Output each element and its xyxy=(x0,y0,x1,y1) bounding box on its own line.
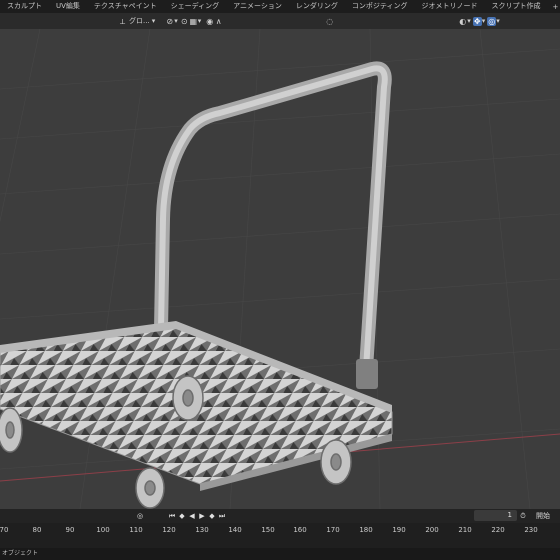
proportional-edit-icon: ◉ xyxy=(206,16,214,26)
play-reverse-icon[interactable]: ◀ xyxy=(187,510,197,522)
chevron-down-icon: ▾ xyxy=(151,17,156,25)
chevron-down-icon: ▾ xyxy=(481,17,486,25)
tab-animation[interactable]: アニメーション xyxy=(226,0,289,13)
pivot-icon: ⊘ xyxy=(166,16,174,26)
jump-end-icon[interactable]: ⏭ xyxy=(217,510,227,522)
loading-circle-icon: ◌ xyxy=(326,16,334,26)
ruler-tick: 190 xyxy=(392,526,406,534)
visibility-dropdown[interactable]: ◐ ▾ xyxy=(458,17,471,26)
tab-geometry-nodes[interactable]: ジオメトリノード xyxy=(415,0,485,13)
overlay-toggle[interactable]: ◎ ▾ xyxy=(487,16,500,26)
orientation-label: グロ... xyxy=(129,17,150,25)
chevron-down-icon: ▾ xyxy=(496,17,500,25)
center-cursor[interactable]: ◌ xyxy=(325,17,334,26)
proportional-edit-toggle[interactable]: ◉ ∧ xyxy=(205,17,223,26)
frame-start-label: 開始 xyxy=(536,512,550,520)
ruler-tick: 80 xyxy=(32,526,42,534)
gizmo-icon: ✥ xyxy=(472,16,482,26)
ruler-tick: 130 xyxy=(195,526,209,534)
gizmo-toggle[interactable]: ✥ ▾ xyxy=(472,16,486,26)
ruler-tick: 150 xyxy=(261,526,275,534)
chevron-down-icon: ▾ xyxy=(174,17,178,25)
transform-orientation-dropdown[interactable]: ⟂ グロ... ▾ xyxy=(118,16,155,26)
tab-uv-editing[interactable]: UV編集 xyxy=(49,0,87,13)
play-icon[interactable]: ▶ xyxy=(197,510,207,522)
timeline-header: ◎ ⏮ ◆ ◀ ▶ ◆ ⏭ 1 ⏱ 開始 xyxy=(0,509,560,523)
ruler-tick: 220 xyxy=(491,526,505,534)
stopwatch-icon[interactable]: ⏱ xyxy=(518,510,528,522)
ruler-tick: 210 xyxy=(458,526,472,534)
status-bar: オブジェクト xyxy=(0,548,560,560)
ruler-tick: 100 xyxy=(96,526,110,534)
overlay-icon: ◎ xyxy=(487,16,497,26)
jump-start-icon[interactable]: ⏮ xyxy=(167,510,177,522)
snap-target-icon: ▦ xyxy=(189,16,197,26)
ruler-tick: 90 xyxy=(65,526,75,534)
timeline-ruler[interactable]: 70 80 90 100 110 120 130 140 150 160 170… xyxy=(0,523,560,548)
falloff-icon: ∧ xyxy=(215,16,222,26)
next-keyframe-icon[interactable]: ◆ xyxy=(207,510,217,522)
eye-icon: ◐ xyxy=(459,16,467,26)
current-frame-field[interactable]: 1 xyxy=(474,510,517,521)
ruler-tick: 180 xyxy=(359,526,373,534)
3d-viewport[interactable] xyxy=(0,29,560,509)
snap-toggle[interactable]: ⊙ ▦ ▾ xyxy=(180,16,202,26)
ruler-tick: 230 xyxy=(524,526,538,534)
ruler-tick: 200 xyxy=(425,526,439,534)
orientation-icon: ⟂ xyxy=(119,16,126,26)
tab-texture-paint[interactable]: テクスチャペイント xyxy=(87,0,164,13)
ruler-tick: 140 xyxy=(228,526,242,534)
chevron-down-icon: ▾ xyxy=(197,17,202,25)
tab-compositing[interactable]: コンポジティング xyxy=(345,0,415,13)
ruler-tick: 70 xyxy=(0,526,9,534)
chevron-down-icon: ▾ xyxy=(467,17,471,25)
viewport-scene xyxy=(0,29,560,509)
keyframe-indicator-icon[interactable]: ◎ xyxy=(135,510,145,522)
viewport-header: ⟂ グロ... ▾ ⊘ ▾ ⊙ ▦ ▾ ◉ ∧ ◌ ◐ ▾ ✥ ▾ ◎ ▾ xyxy=(0,13,560,29)
add-workspace-button[interactable]: + xyxy=(548,3,560,11)
ruler-tick: 110 xyxy=(129,526,143,534)
status-text: オブジェクト xyxy=(2,550,39,557)
snap-icon: ⊙ xyxy=(180,16,188,26)
tab-sculpt[interactable]: スカルプト xyxy=(0,0,49,13)
tab-scripting[interactable]: スクリプト作成 xyxy=(485,0,548,13)
prev-keyframe-icon[interactable]: ◆ xyxy=(177,510,187,522)
tab-rendering[interactable]: レンダリング xyxy=(289,0,345,13)
tab-shading[interactable]: シェーディング xyxy=(164,0,227,13)
workspace-tabs-bar: スカルプト UV編集 テクスチャペイント シェーディング アニメーション レンダ… xyxy=(0,0,560,13)
ruler-tick: 170 xyxy=(326,526,340,534)
pivot-point-dropdown[interactable]: ⊘ ▾ xyxy=(165,16,178,26)
ruler-tick: 120 xyxy=(162,526,176,534)
ruler-tick: 160 xyxy=(293,526,307,534)
